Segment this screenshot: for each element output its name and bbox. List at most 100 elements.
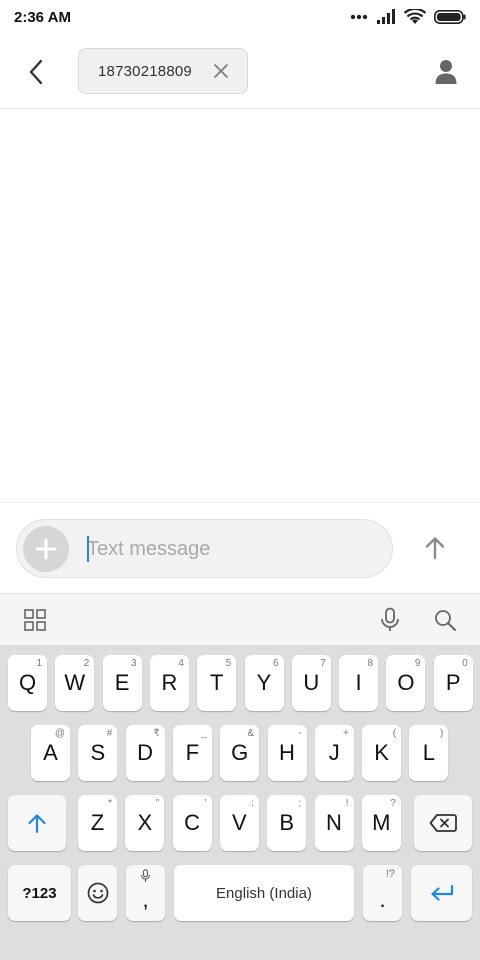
key-secondary-label: 4 — [178, 658, 184, 669]
key-label: B — [279, 810, 295, 835]
key-b[interactable]: ; B — [267, 795, 307, 851]
key-secondary-label: 5 — [225, 658, 232, 669]
key-q[interactable]: 1Q — [8, 655, 47, 711]
send-button[interactable] — [415, 528, 455, 568]
shift-arrow-icon — [28, 814, 46, 834]
symbols-key-label: ?123 — [22, 884, 57, 902]
comma-key[interactable]: , — [126, 865, 165, 921]
period-key-sub: !? — [385, 868, 395, 880]
key-secondary-label: 3 — [131, 658, 137, 669]
key-secondary-label: 9 — [414, 658, 421, 669]
key-label: Y — [256, 670, 272, 695]
key-c[interactable]: ' C — [172, 795, 212, 851]
backspace-icon — [429, 814, 457, 832]
key-w[interactable]: 2W — [55, 655, 95, 711]
key-secondary-label: + — [342, 728, 349, 739]
key-label: F — [185, 740, 200, 765]
close-icon[interactable] — [213, 63, 229, 79]
enter-icon — [430, 884, 453, 901]
key-s[interactable]: # S — [78, 725, 118, 781]
key-label: L — [422, 740, 436, 765]
key-o[interactable]: 9O — [386, 655, 426, 711]
key-label: O — [397, 670, 415, 695]
key-label: P — [445, 670, 461, 695]
key-label: D — [137, 740, 154, 765]
space-key-label: English (India) — [216, 884, 312, 902]
plus-icon — [35, 538, 57, 560]
comma-label: , — [142, 887, 149, 912]
key-secondary-label: # — [106, 728, 113, 739]
status-icons — [350, 9, 466, 25]
key-label: W — [64, 670, 86, 695]
voice-input-button[interactable] — [376, 606, 404, 634]
back-button[interactable] — [16, 52, 56, 92]
search-icon — [435, 610, 456, 631]
attach-button[interactable] — [23, 526, 69, 572]
key-secondary-label: - — [298, 728, 302, 739]
key-p[interactable]: 0P — [433, 655, 473, 711]
key-secondary-label: 0 — [462, 658, 468, 669]
contact-button[interactable] — [428, 54, 464, 90]
key-d[interactable]: ₹ D — [125, 725, 165, 781]
status-time: 2:36 AM — [14, 8, 71, 26]
key-secondary-label: ? — [390, 798, 396, 809]
key-l[interactable]: ) L — [409, 725, 449, 781]
recipient-chip[interactable]: 18730218809 — [78, 48, 248, 94]
key-f[interactable]: _ F — [172, 725, 212, 781]
microphone-icon — [381, 607, 399, 631]
key-x[interactable]: " X — [125, 795, 165, 851]
apps-grid-button[interactable] — [21, 606, 49, 634]
key-label: I — [355, 670, 362, 695]
key-u[interactable]: 7U — [291, 655, 331, 711]
message-input[interactable] — [87, 533, 377, 565]
status-bar: 2:36 AM — [0, 0, 480, 34]
key-m[interactable]: ? M — [361, 795, 401, 851]
key-secondary-label: : — [251, 798, 254, 809]
keyboard: 1Q2W3E4R5T6Y7U8I9O0P @ A # S ₹ D _ F & G - H + J(K) L … — [0, 645, 480, 960]
key-i[interactable]: 8I — [339, 655, 379, 711]
key-e[interactable]: 3E — [102, 655, 142, 711]
shift-key[interactable] — [8, 795, 66, 851]
key-j[interactable]: + J — [314, 725, 354, 781]
wifi-icon — [404, 9, 426, 24]
key-z[interactable]: * Z — [78, 795, 117, 851]
back-arrow-icon — [29, 59, 43, 85]
key-t[interactable]: 5T — [197, 655, 237, 711]
key-secondary-label: ₹ — [153, 728, 160, 739]
key-secondary-label: _ — [201, 728, 207, 739]
key-label: G — [231, 740, 249, 765]
key-g[interactable]: & G — [220, 725, 260, 781]
emoji-icon — [87, 882, 108, 904]
key-label: Q — [18, 670, 37, 695]
emoji-key[interactable] — [78, 865, 117, 921]
symbols-key[interactable]: ?123 — [8, 865, 71, 921]
grid-icon — [24, 609, 46, 631]
key-y[interactable]: 6Y — [244, 655, 284, 711]
key-secondary-label: ; — [298, 798, 302, 809]
enter-key[interactable] — [411, 865, 472, 921]
key-label: V — [232, 810, 247, 835]
keyboard-search-button[interactable] — [431, 606, 459, 634]
key-v[interactable]: :V — [219, 795, 259, 851]
key-r[interactable]: 4R — [149, 655, 189, 711]
key-label: R — [161, 670, 178, 695]
key-label: X — [137, 810, 153, 835]
key-secondary-label: ' — [204, 798, 207, 809]
key-h[interactable]: -H — [267, 725, 307, 781]
key-label: T — [209, 670, 224, 695]
key-label: H — [279, 740, 295, 765]
key-n[interactable]: ! N — [314, 795, 354, 851]
text-cursor — [87, 536, 89, 562]
key-secondary-label: & — [247, 728, 255, 739]
key-label: U — [303, 670, 320, 695]
key-label: M — [372, 810, 391, 835]
period-key[interactable]: !? . — [363, 865, 402, 921]
space-key[interactable]: English (India) — [174, 865, 354, 921]
backspace-key[interactable] — [414, 795, 472, 851]
key-k[interactable]: (K — [362, 725, 402, 781]
microphone-small-icon — [140, 869, 151, 882]
key-a[interactable]: @ A — [31, 725, 70, 781]
more-dots-icon — [350, 14, 368, 20]
key-secondary-label: * — [108, 798, 112, 809]
signal-icon — [377, 9, 395, 24]
